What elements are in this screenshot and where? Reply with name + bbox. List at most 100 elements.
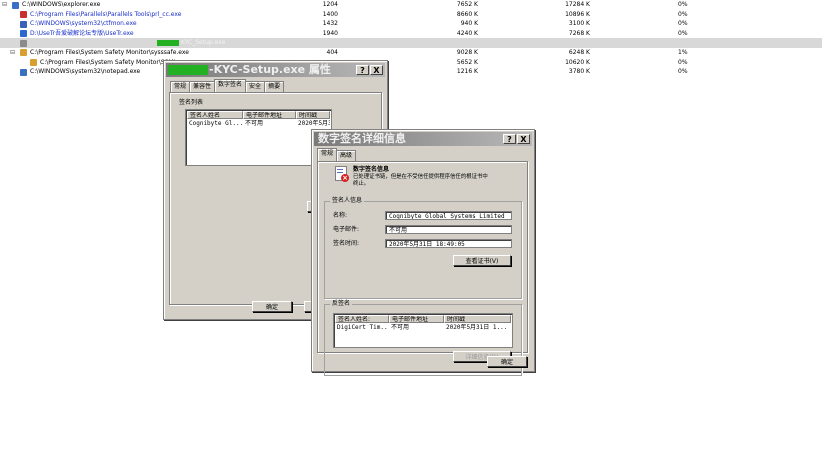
props-tab-0[interactable]: 常规: [170, 81, 191, 92]
props-tab-4[interactable]: 摘要: [264, 81, 285, 92]
email-field[interactable]: 不可用: [385, 225, 512, 234]
process-cpu: 0%: [678, 68, 688, 76]
email-label: 电子邮件:: [333, 226, 360, 233]
process-working-set: 3100 K: [568, 20, 590, 28]
signature-list-label: 签名列表: [179, 99, 204, 106]
process-row[interactable]: ⊟ C:\WINDOWS\explorer.exe 1204 7652 K 17284 …: [0, 0, 822, 10]
properties-tabs: 常规 兼容性 数字签名 安全 摘要: [170, 79, 285, 92]
details-tab-1[interactable]: 高级: [336, 150, 357, 161]
process-working-set: 17284 K: [565, 1, 590, 8]
process-cpu: 0%: [678, 10, 688, 18]
tree-collapse-icon[interactable]: ⊟: [10, 48, 15, 58]
info-text-1: 已处理证书链，但是在不受信任提供程序信任的根证书中: [353, 174, 488, 180]
certificate-warning-icon: ×: [335, 166, 349, 182]
process-path: C:\WINDOWS\system32\notepad.exe: [30, 68, 141, 76]
cs-row-timestamp[interactable]: 2020年5月31日 1...: [446, 324, 510, 332]
name-field[interactable]: Cognibyte Global Systems Limited: [385, 211, 512, 220]
process-path: D:\UseTr吾爱破解论坛专版\UseTr.exe: [30, 29, 134, 37]
view-certificate-button[interactable]: 查看证书(V): [453, 255, 511, 266]
details-close-button[interactable]: X: [517, 134, 530, 144]
signature-row-signer[interactable]: Cognibyte Gl...: [189, 120, 243, 128]
process-path: C:\Program Files\Parallels\Parallels Too…: [30, 10, 182, 18]
process-row[interactable]: C:\WINDOWS\system32\notepad.exe 1216 K 378…: [0, 67, 822, 77]
cs-column-signer[interactable]: 签名人姓名:: [335, 315, 389, 323]
process-working-set: 3780 K: [568, 68, 590, 76]
info-text-2: 终止。: [353, 181, 370, 187]
process-icon: [20, 30, 27, 38]
process-pid: 1400: [322, 10, 338, 18]
props-tab-3[interactable]: 安全: [245, 81, 266, 92]
details-titlebar[interactable]: 数字签名详细信息 ? X: [314, 132, 532, 146]
help-button[interactable]: ?: [356, 65, 369, 75]
process-working-set: 6248 K: [568, 48, 590, 56]
process-private-bytes: 4240 K: [456, 29, 478, 37]
process-row[interactable]: ⊟ C:\Program Files\System Safety Monitor\…: [0, 48, 822, 58]
signature-list[interactable]: 签名人姓名 电子邮件地址 时间戳 Cognibyte Gl... 不可用 202…: [185, 109, 332, 166]
process-row[interactable]: KYC_Setup.exe: [0, 38, 822, 48]
process-private-bytes: 1216 K: [456, 68, 478, 76]
green-redaction: [157, 39, 179, 46]
process-row[interactable]: C:\Program Files\Parallels\Parallels Too…: [0, 10, 822, 20]
properties-ok-button[interactable]: 确定: [252, 301, 292, 312]
countersignature-label: 反签名: [330, 300, 353, 308]
signature-row-timestamp[interactable]: 2020年5月31日 1...: [298, 120, 330, 128]
cs-column-timestamp[interactable]: 时间戳: [444, 315, 511, 323]
props-tab-2[interactable]: 数字签名: [214, 79, 247, 92]
process-cpu: 0%: [678, 58, 688, 66]
process-icon: [20, 68, 27, 76]
process-cpu: 0%: [678, 29, 688, 37]
close-button[interactable]: X: [370, 65, 383, 75]
process-row[interactable]: D:\UseTr吾爱破解论坛专版\UseTr.exe 1940 4240 K 7268…: [0, 29, 822, 39]
column-email[interactable]: 电子邮件地址: [243, 111, 296, 119]
details-tabs: 常规 高级: [317, 148, 357, 161]
process-row[interactable]: C:\Program Files\System Safety Monitor\S…: [0, 58, 822, 68]
signer-info-label: 签名人信息: [330, 197, 365, 205]
details-tab-0[interactable]: 常规: [317, 148, 338, 161]
process-path-suffix: KYC_Setup.exe: [181, 39, 226, 47]
name-label: 名称:: [333, 212, 348, 219]
signature-details-dialog: 数字签名详细信息 ? X 常规 高级 × 数字签名信息 已处理证书链，但是在不受信…: [311, 129, 535, 376]
process-private-bytes: 7652 K: [456, 1, 478, 8]
signing-time-field[interactable]: 2020年5月31日 18:49:05: [385, 239, 512, 248]
process-working-set: 7268 K: [568, 29, 590, 37]
signing-time-label: 签名时间:: [333, 240, 360, 247]
process-path: C:\Program Files\System Safety Monitor\S…: [40, 58, 176, 66]
process-cpu: 1%: [678, 48, 688, 56]
cs-row-signer[interactable]: DigiCert Tim...: [337, 324, 389, 332]
signature-row-email[interactable]: 不可用: [245, 120, 295, 128]
process-pid: 404: [326, 48, 338, 56]
process-row[interactable]: C:\WINDOWS\system32\ctfmon.exe 1432 940 K 3…: [0, 19, 822, 29]
countersignature-list[interactable]: 签名人姓名: 电子邮件地址 时间戳 DigiCert Tim... 不可用 20…: [333, 313, 513, 348]
details-title: 数字签名详细信息: [318, 132, 406, 145]
signer-info-group: 签名人信息 名称: Cognibyte Global Systems Limit…: [324, 197, 522, 299]
process-cpu: 0%: [678, 20, 688, 28]
process-private-bytes: 5652 K: [456, 58, 478, 66]
process-path: C:\WINDOWS\explorer.exe: [22, 1, 101, 8]
properties-titlebar[interactable]: -KYC-Setup.exe 属性 ? X: [166, 63, 385, 77]
details-help-button[interactable]: ?: [503, 134, 516, 144]
process-pid: 1940: [322, 29, 338, 37]
tree-collapse-icon[interactable]: ⊟: [2, 0, 7, 10]
props-tab-1[interactable]: 兼容性: [189, 81, 216, 92]
process-icon: [20, 20, 27, 28]
process-private-bytes: 9028 K: [456, 48, 478, 56]
process-list: ⊟ C:\WINDOWS\explorer.exe 1204 7652 K 17284 …: [0, 0, 822, 77]
details-ok-button[interactable]: 确定: [487, 356, 527, 367]
process-pid: 1204: [322, 1, 338, 8]
green-redaction: [168, 65, 208, 75]
process-path: C:\Program Files\System Safety Monitor\s…: [30, 48, 189, 56]
properties-title: -KYC-Setup.exe 属性: [209, 63, 331, 76]
process-private-bytes: 940 K: [460, 20, 478, 28]
process-cpu: 0%: [678, 1, 688, 8]
process-icon: [20, 39, 27, 47]
process-icon: [12, 1, 19, 9]
process-icon: [20, 49, 27, 57]
column-signer-name[interactable]: 签名人姓名: [187, 111, 243, 119]
details-tab-panel: × 数字签名信息 已处理证书链，但是在不受信任提供程序信任的根证书中 终止。 签…: [317, 161, 528, 376]
cs-row-email[interactable]: 不可用: [391, 324, 443, 332]
process-working-set: 10896 K: [565, 10, 590, 18]
column-timestamp[interactable]: 时间戳: [296, 111, 330, 119]
process-icon: [20, 11, 27, 19]
cs-column-email[interactable]: 电子邮件地址: [389, 315, 444, 323]
process-path: KYC_Setup.exe: [30, 38, 225, 48]
